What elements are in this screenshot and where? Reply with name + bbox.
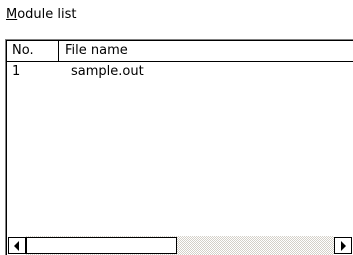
list-item-file-name: sample.out [71,64,144,79]
header-divider [7,61,353,62]
scrollbar-thumb[interactable] [26,237,177,254]
horizontal-scrollbar[interactable] [7,235,353,255]
module-list-panel: Module list No. File name 1 sample.out [0,0,353,255]
module-listview-frame: No. File name 1 sample.out [6,40,353,255]
scroll-right-button[interactable] [334,237,352,254]
column-header-file-name[interactable]: File name [59,41,353,61]
column-header-no[interactable]: No. [7,41,59,61]
module-list-label-mnemonic: M [6,7,18,22]
module-list-label-text: odule list [17,7,77,22]
list-item-no: 1 [12,64,21,79]
list-header: No. File name [7,41,353,61]
module-listview[interactable]: No. File name 1 sample.out [5,39,353,255]
list-item[interactable]: 1 sample.out [7,63,353,81]
list-rows: 1 sample.out [7,63,353,81]
module-list-label: Module list [6,6,77,24]
arrow-left-icon [14,240,19,251]
arrow-right-icon [341,240,346,251]
scroll-left-button[interactable] [8,237,26,254]
